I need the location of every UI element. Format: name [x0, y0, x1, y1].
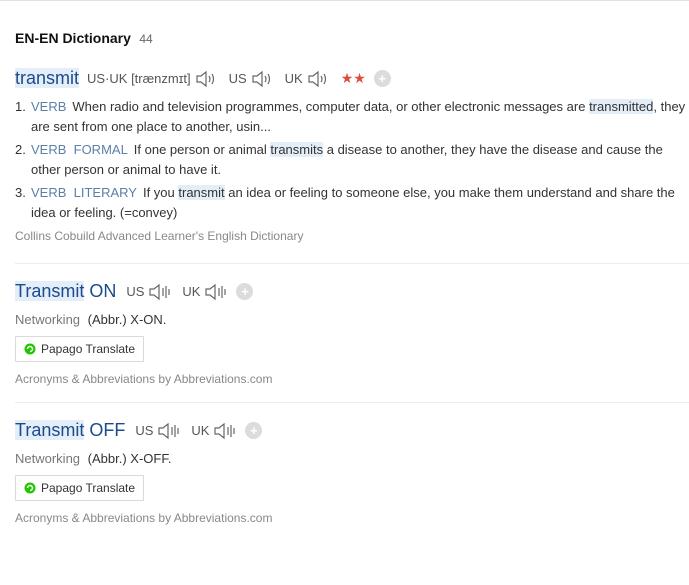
add-icon[interactable]: + [373, 70, 391, 87]
entry-divider [15, 263, 689, 264]
dictionary-header: EN-EN Dictionary 44 [15, 30, 153, 48]
papago-translate-button[interactable]: Papago Translate [15, 336, 145, 362]
definition-text: (Abbr.) X-OFF. [87, 451, 172, 466]
highlighted-term: transmits [270, 142, 324, 157]
us-label: US [228, 71, 247, 86]
entry-transmit-on: Transmit ON US UK + Networking (Abbr.) X… [15, 281, 689, 386]
pronunciation: US·UK [trænzmɪt] [87, 71, 191, 86]
speaker-icon[interactable] [148, 282, 172, 302]
entry-transmit-off: Transmit OFF US UK + Networking (Abbr.) … [15, 420, 689, 525]
highlighted-term: transmitted [589, 99, 654, 114]
papago-icon [24, 343, 36, 355]
frequency-stars: ★★ [340, 70, 366, 86]
headword[interactable]: Transmit OFF [15, 420, 125, 441]
source-credit: Collins Cobuild Advanced Learner's Engli… [15, 229, 304, 243]
uk-label: UK [284, 71, 303, 86]
category-label: Networking [15, 451, 81, 466]
us-label: US [135, 423, 154, 438]
part-of-speech: VERB [31, 99, 67, 114]
papago-translate-button[interactable]: Papago Translate [15, 475, 145, 501]
speaker-icon[interactable] [251, 69, 275, 89]
headword[interactable]: Transmit ON [15, 281, 116, 302]
definition-line: Networking (Abbr.) X-OFF. [15, 451, 689, 466]
result-count: 44 [139, 32, 153, 46]
speaker-icon[interactable] [307, 69, 331, 89]
part-of-speech: VERB FORMAL [31, 142, 128, 157]
entry-headword-row: transmit US·UK [trænzmɪt] US UK ★★ + [15, 68, 689, 89]
category-label: Networking [15, 312, 81, 327]
entry-divider [15, 402, 689, 403]
uk-label: UK [191, 423, 210, 438]
part-of-speech: VERB LITERARY [31, 185, 137, 200]
dictionary-title: EN-EN Dictionary [15, 30, 131, 46]
entry-headword-row: Transmit ON US UK + [15, 281, 689, 302]
add-icon[interactable]: + [245, 422, 263, 439]
source-credit: Acronyms & Abbreviations by Abbreviation… [15, 372, 273, 386]
entry-headword-row: Transmit OFF US UK + [15, 420, 689, 441]
speaker-icon[interactable] [213, 421, 237, 441]
source-credit: Acronyms & Abbreviations by Abbreviation… [15, 511, 273, 525]
definition-line: Networking (Abbr.) X-ON. [15, 312, 689, 327]
translate-row: Papago Translate [15, 475, 689, 501]
definition-text: (Abbr.) X-ON. [87, 312, 167, 327]
entry-transmit: transmit US·UK [trænzmɪt] US UK ★★ + 1. … [15, 68, 689, 243]
speaker-icon[interactable] [157, 421, 181, 441]
speaker-icon[interactable] [195, 69, 219, 89]
sense-list: 1. VERB When radio and television program… [15, 97, 689, 223]
us-label: US [126, 284, 145, 299]
uk-label: UK [182, 284, 201, 299]
speaker-icon[interactable] [204, 282, 228, 302]
headword[interactable]: transmit [15, 68, 80, 89]
add-icon[interactable]: + [236, 283, 254, 300]
sense-item: 1. VERB When radio and television program… [15, 99, 686, 134]
papago-icon [24, 482, 36, 494]
translate-row: Papago Translate [15, 336, 689, 362]
highlighted-term: transmit [178, 185, 225, 200]
sense-item: 2. VERB FORMAL If one person or animal tr… [15, 142, 663, 177]
sense-item: 3. VERB LITERARY If you transmit an idea … [15, 185, 675, 220]
